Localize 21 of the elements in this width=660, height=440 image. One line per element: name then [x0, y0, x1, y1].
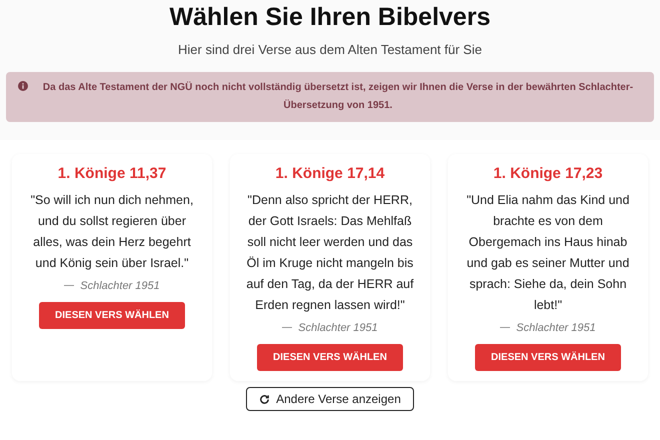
verse-reference: 1. Könige 17,23 — [493, 164, 603, 184]
verse-reference: 1. Könige 17,14 — [275, 164, 385, 184]
verse-source: Schlachter 1951 — [80, 278, 160, 294]
verse-text: "Und Elia nahm das Kind und brachte es von dem Obergemach ins Haus hinab und gab es seiner Mutter und sprach: Siehe da, dein Sohn lebt!" — [466, 192, 630, 314]
dash-icon — [282, 327, 292, 328]
select-verse-button[interactable]: DIESEN VERS WÄHLEN — [257, 344, 403, 371]
refresh-icon — [259, 394, 270, 404]
notice-text: Da das Alte Testament der NGÜ noch nicht vollständig übersetzt ist, zeigen wir Ihnen die Verse in der bewährten Schlachter-Übersetzung von 1951. — [42, 80, 634, 112]
verse-source: Schlachter 1951 — [516, 320, 596, 336]
select-verse-button[interactable]: DIESEN VERS WÄHLEN — [475, 344, 621, 371]
more-verses-button[interactable]: Andere Verse anzeigen — [246, 387, 414, 411]
dash-icon — [64, 285, 74, 286]
dash-icon — [500, 327, 510, 328]
info-icon — [18, 80, 28, 90]
page-subtitle: Hier sind drei Verse aus dem Alten Testament für Sie — [178, 41, 482, 59]
verse-text: "Denn also spricht der HERR, der Gott Israels: Das Mehlfaß soll nicht leer werden und das Öl im Kruge nicht mangeln bis auf den Tag, da der HERR auf Erden regnen lassen wird!" — [245, 192, 415, 314]
verse-reference: 1. Könige 11,37 — [58, 164, 166, 184]
verse-text: "So will ich nun dich nehmen, und du sollst regieren über alles, was dein Herz begehrt und König sein über Israel." — [30, 192, 194, 272]
select-verse-button[interactable]: DIESEN VERS WÄHLEN — [39, 302, 185, 329]
page-title: Wählen Sie Ihren Bibelvers — [170, 2, 490, 32]
verse-source: Schlachter 1951 — [298, 320, 378, 336]
